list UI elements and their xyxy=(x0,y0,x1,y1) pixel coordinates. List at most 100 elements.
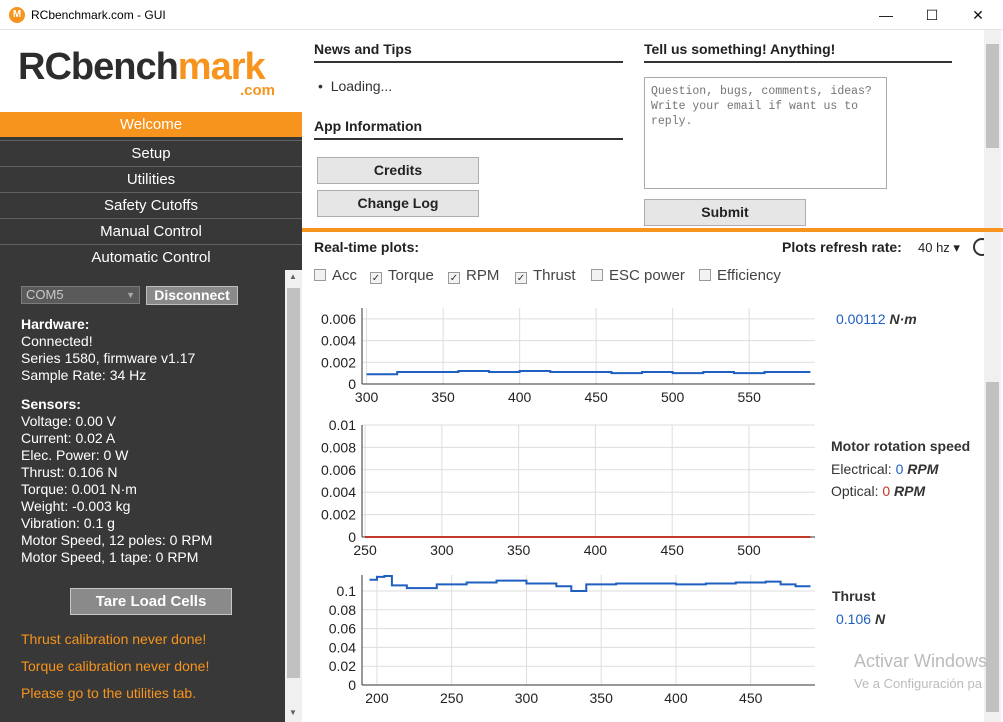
logo-suffix: .com xyxy=(240,82,276,99)
credits-button[interactable]: Credits xyxy=(317,157,479,184)
checkbox-acc[interactable]: Acc xyxy=(314,267,357,284)
feedback-title: Tell us something! Anything! xyxy=(644,41,836,57)
checkbox-label: Acc xyxy=(332,267,358,284)
plots-title: Real-time plots: xyxy=(314,239,420,255)
submit-button[interactable]: Submit xyxy=(644,199,806,226)
y-tick-label: 0 xyxy=(348,529,356,545)
sensor-line: Torque: 0.001 N·m xyxy=(21,481,137,497)
checkbox-torque[interactable]: ✓ Torque xyxy=(370,267,434,284)
checkmark-icon: ✓ xyxy=(448,272,460,284)
checkbox-rpm[interactable]: ✓ RPM xyxy=(448,267,499,284)
torque-value: 0.00112 xyxy=(836,311,886,327)
sensor-line: Voltage: 0.00 V xyxy=(21,413,116,429)
x-tick-label: 400 xyxy=(584,542,608,558)
chevron-down-icon: ▼ xyxy=(126,290,135,300)
port-select[interactable]: COM5 ▼ xyxy=(21,286,140,304)
sidebar: RCbenchmark .com Welcome Setup Utilities… xyxy=(0,30,302,722)
rpm-readout-title: Motor rotation speed xyxy=(831,438,971,454)
scroll-up-icon[interactable]: ▲ xyxy=(289,272,297,281)
y-tick-label: 0.002 xyxy=(321,507,356,523)
sidebar-scrollbar[interactable]: ▲ ▼ xyxy=(285,270,302,722)
realtime-plots-panel: Real-time plots: Plots refresh rate: 40 … xyxy=(302,232,1003,722)
y-tick-label: 0.1 xyxy=(337,583,357,599)
x-tick-label: 450 xyxy=(739,690,763,706)
nav-safety-cutoffs[interactable]: Safety Cutoffs xyxy=(0,192,302,217)
y-tick-label: 0.006 xyxy=(321,311,356,327)
checkbox-label: ESC power xyxy=(609,267,685,284)
watermark-line: Activar Windows xyxy=(854,651,988,671)
warning-text: Torque calibration never done! xyxy=(21,658,210,674)
sensors-info: Sensors: Voltage: 0.00 V Current: 0.02 A… xyxy=(21,396,212,566)
nav-welcome[interactable]: Welcome xyxy=(0,112,302,137)
info-scrollbar[interactable] xyxy=(984,30,1001,228)
y-tick-label: 0.006 xyxy=(321,462,356,478)
y-tick-label: 0.004 xyxy=(321,333,356,349)
plots-scrollbar[interactable] xyxy=(984,232,1001,722)
series-line xyxy=(366,369,811,376)
scrollbar-thumb[interactable] xyxy=(986,44,999,148)
checkbox-thrust[interactable]: ✓ Thrust xyxy=(515,267,576,284)
sensor-line: Elec. Power: 0 W xyxy=(21,447,129,463)
y-tick-label: 0.02 xyxy=(329,658,356,674)
rpm-unit: RPM xyxy=(894,483,926,499)
close-button[interactable]: ✕ xyxy=(955,0,1001,30)
change-log-button[interactable]: Change Log xyxy=(317,190,479,217)
thrust-readout: 0.106 N xyxy=(836,611,885,627)
y-tick-label: 0.002 xyxy=(321,354,356,370)
disconnect-button[interactable]: Disconnect xyxy=(146,286,238,305)
logo: RCbenchmark .com xyxy=(0,30,302,112)
tare-load-cells-button[interactable]: Tare Load Cells xyxy=(70,588,232,615)
rpm-optical-value: 0 xyxy=(882,483,891,499)
maximize-button[interactable]: ☐ xyxy=(909,0,955,30)
nav-manual-control[interactable]: Manual Control xyxy=(0,218,302,243)
x-tick-label: 500 xyxy=(661,389,685,405)
checkbox-label: Thrust xyxy=(533,267,576,284)
nav-setup[interactable]: Setup xyxy=(0,140,302,165)
x-tick-label: 200 xyxy=(365,690,389,706)
checkmark-icon: ✓ xyxy=(515,272,527,284)
sensor-line: Weight: -0.003 kg xyxy=(21,498,131,514)
sidebar-status-panel: COM5 ▼ Disconnect Hardware: Connected! S… xyxy=(0,270,285,722)
logo-text: RCbenchmark xyxy=(18,46,266,89)
news-item: • Loading... xyxy=(318,78,393,94)
rpm-electrical-value: 0 xyxy=(895,461,904,477)
scroll-down-icon[interactable]: ▼ xyxy=(289,708,297,717)
hardware-line: Connected! xyxy=(21,333,93,349)
plots-canvas: 300 350 400 450 500 550 0 0.002 0.004 0.006 250 300… xyxy=(321,308,815,706)
app-icon: M xyxy=(9,7,25,23)
scrollbar-thumb[interactable] xyxy=(287,288,300,678)
app-info-title: App Information xyxy=(314,118,423,134)
x-tick-label: 450 xyxy=(584,389,608,405)
x-tick-label: 300 xyxy=(355,389,379,405)
logo-part-2: m xyxy=(177,46,212,88)
sensor-line: Motor Speed, 12 poles: 0 RPM xyxy=(21,532,213,548)
y-tick-label: 0.08 xyxy=(329,602,356,618)
sensor-line: Motor Speed, 1 tape: 0 RPM xyxy=(21,549,199,565)
warning-text: Please go to the utilities tab. xyxy=(21,685,197,701)
window-title: RCbenchmark.com - GUI xyxy=(31,8,166,22)
y-tick-label: 0.06 xyxy=(329,621,356,637)
x-tick-label: 250 xyxy=(353,542,377,558)
refresh-rate-select[interactable]: 40 hz ▾ xyxy=(918,240,960,256)
checkbox-efficiency[interactable]: Efficiency xyxy=(699,267,781,284)
hardware-line: Sample Rate: 34 Hz xyxy=(21,367,147,383)
checkmark-icon: ✓ xyxy=(370,272,382,284)
x-tick-label: 300 xyxy=(515,690,539,706)
minimize-button[interactable]: — xyxy=(863,0,909,30)
divider xyxy=(314,138,623,140)
sensor-line: Current: 0.02 A xyxy=(21,430,116,446)
scrollbar-thumb[interactable] xyxy=(986,382,999,712)
y-tick-label: 0.008 xyxy=(321,439,356,455)
rpm-optical-label: Optical: xyxy=(831,483,879,499)
sensor-line: Thrust: 0.106 N xyxy=(21,464,118,480)
nav-automatic-control[interactable]: Automatic Control xyxy=(0,244,302,269)
checkbox-esc-power[interactable]: ESC power xyxy=(591,267,685,284)
logo-part-1: RCbench xyxy=(18,46,179,88)
y-tick-label: 0 xyxy=(348,677,356,693)
divider xyxy=(314,61,623,63)
rpm-optical-readout: Optical: 0 RPM xyxy=(831,483,925,499)
x-tick-label: 350 xyxy=(590,690,614,706)
nav-utilities[interactable]: Utilities xyxy=(0,166,302,191)
feedback-input[interactable] xyxy=(644,77,887,189)
title-bar: M RCbenchmark.com - GUI — ☐ ✕ xyxy=(0,0,1003,30)
